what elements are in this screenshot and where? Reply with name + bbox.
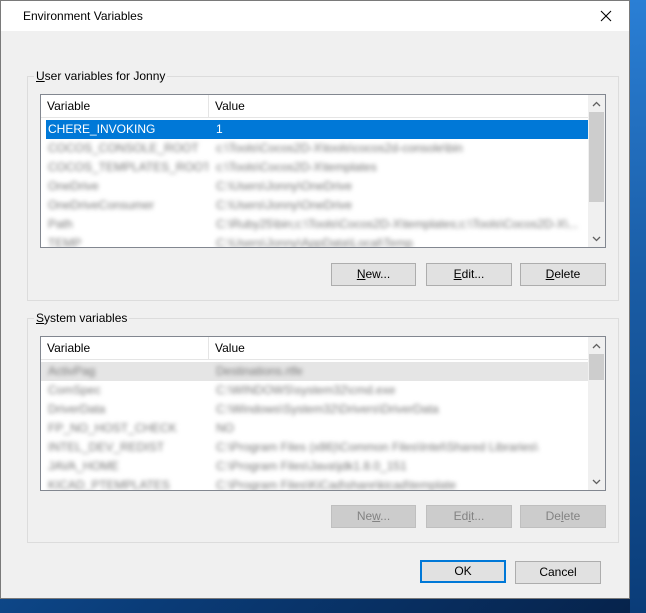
- system-variables-label: System variables: [34, 311, 130, 325]
- list-item[interactable]: DriverData C:\Windows\System32\Drivers\Dr…: [46, 400, 588, 419]
- variable-name: COCOS_TEMPLATES_ROOT: [48, 160, 208, 174]
- scroll-thumb[interactable]: [589, 112, 604, 202]
- variable-name: OneDriveConsumer: [48, 198, 155, 212]
- list-item[interactable]: ComSpec C:\WINDOWS\system32\cmd.exe: [46, 381, 588, 400]
- scroll-down-button[interactable]: [588, 230, 605, 247]
- chevron-down-icon: [592, 236, 601, 241]
- column-header-variable[interactable]: Variable: [41, 337, 209, 359]
- chevron-down-icon: [592, 479, 601, 484]
- list-item[interactable]: TEMP C:\Users\Jonny\AppData\Local\Temp: [46, 234, 588, 247]
- variable-value: C:\Program Files\KiCad\share\kicad\templ…: [216, 478, 457, 490]
- ok-button[interactable]: OK: [420, 560, 506, 583]
- list-item[interactable]: OneDriveConsumer C:\Users\Jonny\OneDrive: [46, 196, 588, 215]
- user-list-scrollbar[interactable]: [588, 95, 605, 247]
- variable-value: C:\Users\Jonny\OneDrive: [216, 179, 353, 193]
- variable-value: c:\Tools\Cocos2D-X\templates: [216, 160, 377, 174]
- scroll-up-button[interactable]: [588, 95, 605, 112]
- variable-value: c:\Tools\Cocos2D-X\tools\cocos2d-console…: [216, 141, 463, 155]
- variable-name: INTEL_DEV_REDIST: [48, 440, 165, 454]
- environment-variables-dialog: Environment Variables User variables for…: [0, 0, 630, 599]
- variable-name: DriverData: [48, 402, 106, 416]
- close-icon: [600, 10, 612, 22]
- window-title: Environment Variables: [23, 9, 143, 23]
- chevron-up-icon: [592, 343, 601, 348]
- list-item[interactable]: COCOS_CONSOLE_ROOT c:\Tools\Cocos2D-X\too…: [46, 139, 588, 158]
- system-list-rows: ActivPag Destinations.rtfe ComSpec C:\WINDO…: [41, 360, 588, 490]
- scroll-thumb[interactable]: [589, 354, 604, 380]
- list-item[interactable]: FP_NO_HOST_CHECK NO: [46, 419, 588, 438]
- column-header-value[interactable]: Value: [209, 337, 588, 359]
- variable-value: C:\Users\Jonny\OneDrive: [216, 198, 353, 212]
- list-item[interactable]: CHERE_INVOKING 1: [46, 120, 588, 139]
- close-button[interactable]: [583, 1, 629, 31]
- system-variables-list[interactable]: Variable Value ActivPag Destinations.rtfe…: [40, 336, 606, 491]
- variable-name: OneDrive: [48, 179, 99, 193]
- variable-name: KICAD_PTEMPLATES: [48, 478, 170, 490]
- variable-name: CHERE_INVOKING: [48, 122, 156, 136]
- desktop-background: [630, 0, 646, 613]
- system-list-header: Variable Value: [41, 337, 588, 360]
- scroll-up-button[interactable]: [588, 337, 605, 354]
- variable-value: C:\Windows\System32\Drivers\DriverData: [216, 402, 439, 416]
- list-item[interactable]: OneDrive C:\Users\Jonny\OneDrive: [46, 177, 588, 196]
- variable-name: ComSpec: [48, 383, 101, 397]
- system-edit-button[interactable]: Edit...: [426, 505, 512, 528]
- user-variables-list[interactable]: Variable Value CHERE_INVOKING 1 COCOS_CONS…: [40, 94, 606, 248]
- user-new-button[interactable]: New...: [331, 263, 416, 286]
- variable-value: C:\Users\Jonny\AppData\Local\Temp: [216, 236, 413, 247]
- column-header-value[interactable]: Value: [209, 95, 588, 117]
- variable-value: C:\Program Files\Java\jdk1.8.0_151: [216, 459, 407, 473]
- variable-value: Destinations.rtfe: [216, 364, 303, 378]
- scroll-down-button[interactable]: [588, 473, 605, 490]
- user-delete-button[interactable]: Delete: [520, 263, 606, 286]
- variable-value: 1: [216, 122, 223, 136]
- user-edit-button[interactable]: Edit...: [426, 263, 512, 286]
- variable-name: Path: [48, 217, 73, 231]
- chevron-up-icon: [592, 101, 601, 106]
- user-variables-label: User variables for Jonny: [34, 69, 168, 83]
- cancel-button[interactable]: Cancel: [515, 561, 601, 584]
- variable-value: C:\Program Files (x86)\Common Files\Inte…: [216, 440, 539, 454]
- variable-name: FP_NO_HOST_CHECK: [48, 421, 177, 435]
- list-item[interactable]: COCOS_TEMPLATES_ROOT c:\Tools\Cocos2D-X\t…: [46, 158, 588, 177]
- system-delete-button[interactable]: Delete: [520, 505, 606, 528]
- variable-name: ActivPag: [48, 364, 96, 378]
- variable-name: COCOS_CONSOLE_ROOT: [48, 141, 199, 155]
- column-header-variable[interactable]: Variable: [41, 95, 209, 117]
- system-list-scrollbar[interactable]: [588, 337, 605, 490]
- system-new-button[interactable]: New...: [331, 505, 416, 528]
- list-item[interactable]: JAVA_HOME C:\Program Files\Java\jdk1.8.0_…: [46, 457, 588, 476]
- list-item[interactable]: ActivPag Destinations.rtfe: [46, 362, 588, 381]
- variable-name: JAVA_HOME: [48, 459, 119, 473]
- title-bar: Environment Variables: [1, 1, 629, 31]
- user-list-header: Variable Value: [41, 95, 588, 118]
- variable-value: NO: [216, 421, 234, 435]
- list-item[interactable]: Path C:\Ruby25\bin;c:\Tools\Cocos2D-X\tem…: [46, 215, 588, 234]
- user-list-rows: CHERE_INVOKING 1 COCOS_CONSOLE_ROOT c:\Tool…: [41, 118, 588, 247]
- variable-value: C:\WINDOWS\system32\cmd.exe: [216, 383, 396, 397]
- list-item[interactable]: INTEL_DEV_REDIST C:\Program Files (x86)\C…: [46, 438, 588, 457]
- variable-value: C:\Ruby25\bin;c:\Tools\Cocos2D-X\templat…: [216, 217, 579, 231]
- variable-name: TEMP: [48, 236, 82, 247]
- list-item[interactable]: KICAD_PTEMPLATES C:\Program Files\KiCad\s…: [46, 476, 588, 490]
